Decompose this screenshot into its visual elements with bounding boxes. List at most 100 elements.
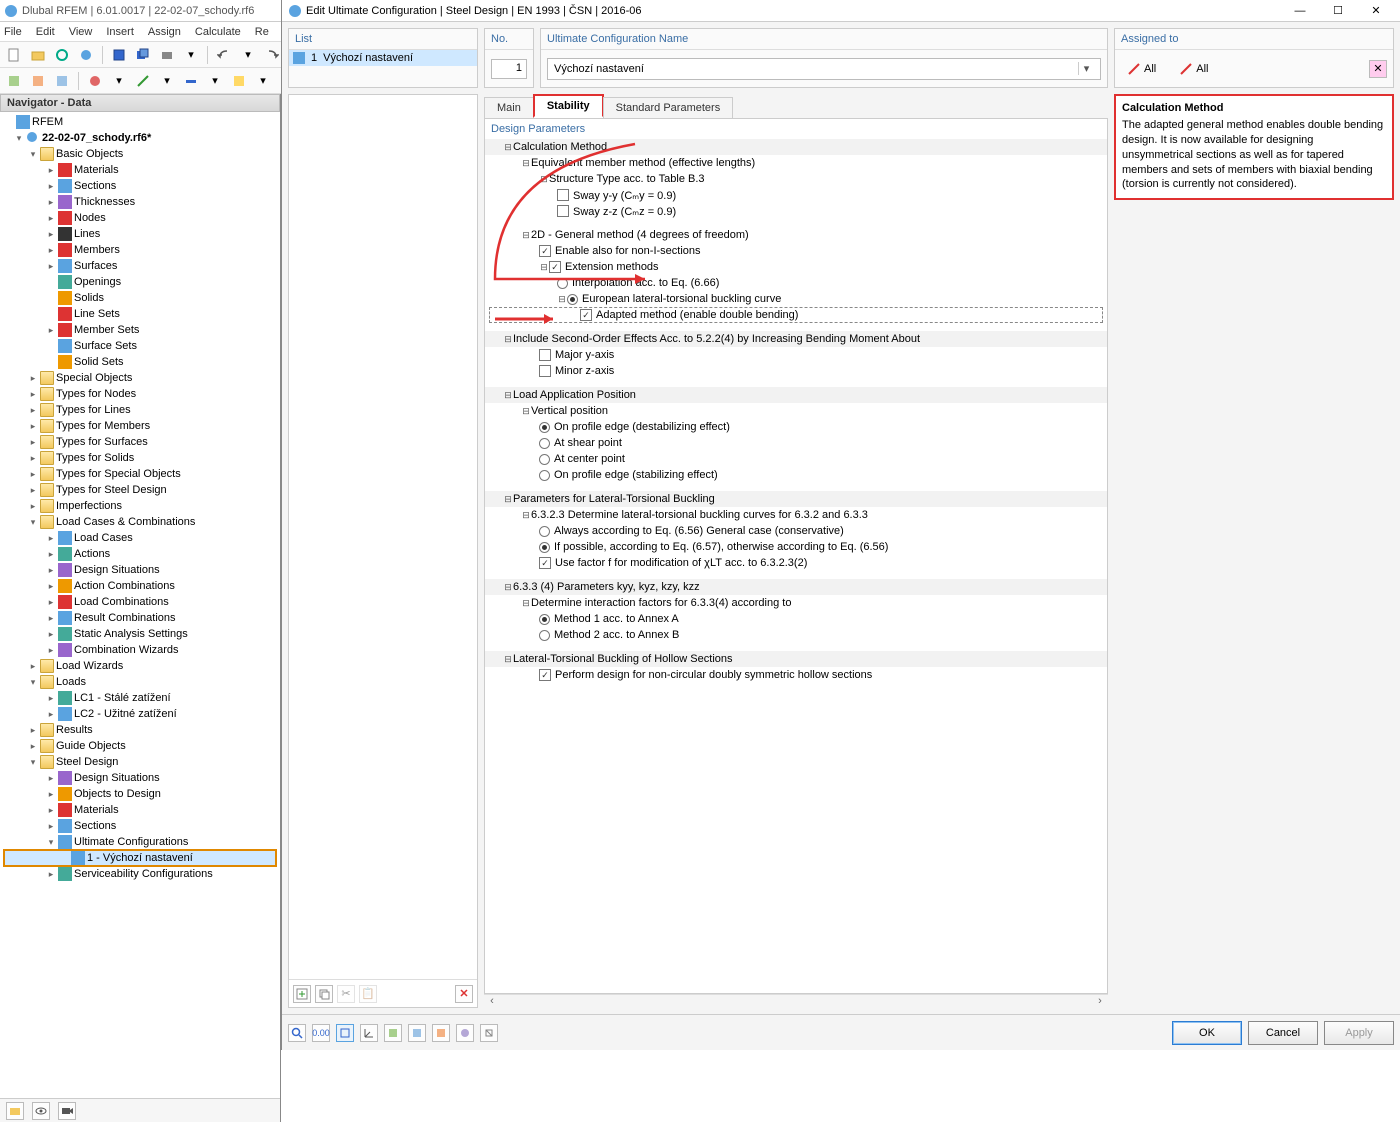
printer-icon[interactable]: ▾ [181,45,201,65]
tab-strip: Main Stability Standard Parameters [484,94,1108,118]
tool-icon[interactable]: ▾ [205,71,225,91]
checkbox[interactable] [549,261,561,273]
open-icon[interactable] [28,45,48,65]
checkbox[interactable] [557,189,569,201]
folder-icon [40,515,54,529]
menu-item[interactable]: File [4,26,22,38]
name-input[interactable]: Výchozí nastavení ▾ [547,58,1101,80]
refresh-icon[interactable] [52,45,72,65]
list-panel-body: ✂ 📋 ✕ [288,94,478,1008]
dialog-title: Edit Ultimate Configuration | Steel Desi… [306,5,1282,17]
chevron-down-icon[interactable]: ▾ [1078,62,1094,75]
saveall-icon[interactable] [133,45,153,65]
undo-icon[interactable] [214,45,234,65]
tool-icon[interactable] [4,71,24,91]
uc-icon [58,835,72,849]
scroll-left-icon[interactable]: ‹ [484,995,500,1008]
radio[interactable] [539,630,550,641]
tool-icon[interactable] [28,71,48,91]
list-item[interactable]: 1 Výchozí nastavení [289,50,477,66]
tool-icon[interactable] [133,71,153,91]
tool-icon[interactable]: ▾ [157,71,177,91]
apply-button[interactable]: Apply [1324,1021,1394,1045]
menu-item[interactable]: Edit [36,26,55,38]
camera-icon[interactable] [58,1102,76,1120]
tab-stability[interactable]: Stability [533,94,604,118]
checkbox[interactable] [539,365,551,377]
tool-icon[interactable] [480,1024,498,1042]
radio[interactable] [557,278,568,289]
paste-icon[interactable]: 📋 [359,985,377,1003]
checkbox[interactable] [539,669,551,681]
units-icon[interactable]: 0.00 [312,1024,330,1042]
tree-item-selected[interactable]: 1 - Výchozí nastavení [4,850,276,866]
tool-icon[interactable] [181,71,201,91]
search-icon[interactable] [288,1024,306,1042]
maximize-icon[interactable]: ☐ [1320,1,1356,21]
redo-icon[interactable] [262,45,282,65]
cut-icon[interactable]: ✂ [337,985,355,1003]
radio[interactable] [567,294,578,305]
radio[interactable] [539,438,550,449]
radio[interactable] [539,422,550,433]
menu-item[interactable]: Re [255,26,269,38]
radio[interactable] [539,454,550,465]
tool-icon[interactable] [432,1024,450,1042]
gear-icon[interactable] [76,45,96,65]
thickness-icon [58,195,72,209]
cancel-button[interactable]: Cancel [1248,1021,1318,1045]
checkbox[interactable] [539,349,551,361]
folder-icon [40,371,54,385]
save-icon[interactable] [109,45,129,65]
tool-icon[interactable] [408,1024,426,1042]
h-scrollbar[interactable]: ‹ › [484,994,1108,1008]
assigned-all-members[interactable]: All [1121,60,1163,78]
tool-icon[interactable] [384,1024,402,1042]
minimize-icon[interactable]: — [1282,1,1318,21]
undo-dd-icon[interactable]: ▾ [238,45,258,65]
tab-standard[interactable]: Standard Parameters [603,97,734,118]
assigned-header: Assigned to [1115,29,1393,50]
checkbox[interactable] [539,245,551,257]
menu-item[interactable]: Assign [148,26,181,38]
lc-icon [58,707,72,721]
radio[interactable] [539,542,550,553]
tool-icon[interactable] [456,1024,474,1042]
radio[interactable] [539,614,550,625]
print-icon[interactable] [157,45,177,65]
eye-icon[interactable] [32,1102,50,1120]
view-icon[interactable] [336,1024,354,1042]
navigator-tree[interactable]: RFEM ▾22-02-07_schody.rf6* ▾Basic Object… [0,112,280,1098]
tool-icon[interactable]: ▾ [253,71,273,91]
clear-assign-icon[interactable]: ✕ [1369,60,1387,78]
app-root-icon [16,115,30,129]
lcc-icon [58,611,72,625]
assigned-all-sets[interactable]: All [1173,60,1215,78]
radio[interactable] [539,526,550,537]
copy-icon[interactable] [315,985,333,1003]
radio[interactable] [539,470,550,481]
menu-item[interactable]: Calculate [195,26,241,38]
ok-button[interactable]: OK [1172,1021,1242,1045]
nodes-icon [58,211,72,225]
checkbox[interactable] [557,205,569,217]
checkbox[interactable] [539,557,551,569]
new-icon[interactable] [4,45,24,65]
axes-icon[interactable] [360,1024,378,1042]
close-icon[interactable]: ✕ [1358,1,1394,21]
status-icon[interactable] [6,1102,24,1120]
scroll-right-icon[interactable]: › [1092,995,1108,1008]
menu-item[interactable]: Insert [106,26,134,38]
no-input[interactable]: 1 [491,59,527,79]
tool-icon[interactable] [85,71,105,91]
tool-icon[interactable] [229,71,249,91]
add-icon[interactable] [293,985,311,1003]
parameters-panel[interactable]: Design Parameters ⊟Calculation Method ⊟E… [484,118,1108,994]
tool-icon[interactable]: ▾ [109,71,129,91]
delete-icon[interactable]: ✕ [455,985,473,1003]
tool-icon[interactable] [52,71,72,91]
linesets-icon [58,307,72,321]
menu-item[interactable]: View [69,26,93,38]
tab-main[interactable]: Main [484,97,534,118]
checkbox-adapted[interactable] [580,309,592,321]
